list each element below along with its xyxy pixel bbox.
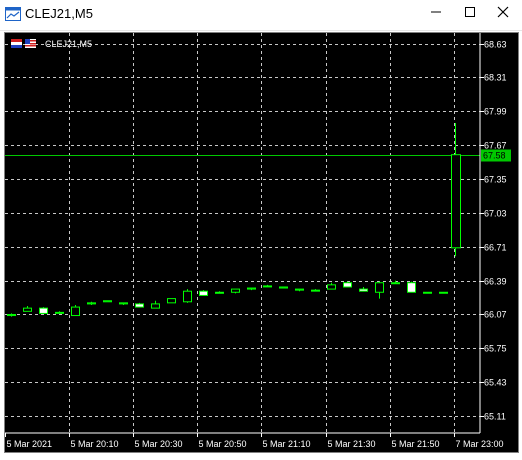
price-tick-label: 67.35 (484, 175, 507, 185)
window-titlebar: CLEJ21,M5 (0, 0, 522, 31)
candle-body (71, 306, 80, 317)
price-tick-label: 65.43 (484, 378, 507, 388)
candle (215, 291, 224, 294)
candle-body (7, 313, 16, 317)
candle-body (391, 282, 400, 285)
minimize-icon (431, 11, 441, 13)
chart-grid (5, 33, 480, 433)
candle (39, 307, 48, 314)
candle-body (215, 291, 224, 294)
flag-icon (11, 39, 22, 48)
candle-body (183, 290, 192, 303)
candle (391, 280, 400, 285)
candle-body (247, 287, 256, 290)
candle (343, 281, 352, 288)
time-tick-label: 5 Mar 2021 (7, 439, 53, 449)
time-tick-label: 5 Mar 20:10 (71, 439, 119, 449)
time-tick-label: 5 Mar 21:10 (263, 439, 311, 449)
candles-group (7, 122, 461, 317)
candle-body (39, 307, 48, 314)
candle (311, 289, 320, 292)
price-tick-label: 67.67 (484, 141, 507, 151)
candle (295, 288, 304, 292)
time-tick-label: 5 Mar 20:50 (199, 439, 247, 449)
price-tick-label: 67.03 (484, 209, 507, 219)
candle (183, 289, 192, 303)
time-tick-label: 5 Mar 20:30 (135, 439, 183, 449)
candle-body (451, 154, 461, 249)
candle (87, 301, 96, 305)
candle-body (55, 311, 64, 314)
price-tick-label: 65.11 (484, 412, 506, 422)
candle (247, 287, 256, 291)
candle-body (359, 288, 368, 292)
candle (407, 281, 416, 293)
candle-body (135, 303, 144, 308)
price-tick-label: 66.71 (484, 243, 507, 253)
candle-body (119, 302, 128, 305)
time-axis: 5 Mar 2021 5 Mar 20:10 5 Mar 20:30 5 Mar 20… (5, 432, 504, 449)
candle (263, 284, 272, 288)
price-tick-label: 66.07 (484, 310, 507, 320)
minimize-button[interactable] (430, 6, 448, 24)
candle (423, 291, 432, 294)
chart-area[interactable]: 68.63 68.31 67.99 67.67 67.35 67.03 66.71 66.39… (4, 32, 519, 453)
candle-body (327, 284, 336, 290)
candle-body (343, 282, 352, 288)
candle (327, 282, 336, 290)
candle (375, 281, 384, 299)
candle-body (439, 291, 448, 294)
flag-icon (25, 39, 36, 48)
candle (151, 300, 160, 309)
symbol-label: CLEJ21,M5 (45, 39, 92, 49)
candle-body (103, 300, 112, 303)
candle-body (407, 282, 416, 293)
candle-body (87, 302, 96, 305)
candle-body (279, 286, 288, 289)
maximize-button[interactable] (464, 6, 482, 24)
candle (359, 286, 368, 292)
candle-body (423, 291, 432, 294)
chart-window-icon (5, 7, 21, 21)
candle (167, 298, 176, 304)
candle (279, 286, 288, 289)
candle-body (23, 307, 32, 312)
candle (199, 290, 208, 296)
candle-body (375, 282, 384, 293)
candle (451, 122, 461, 257)
candle (23, 306, 32, 312)
candle (439, 291, 448, 294)
close-icon (497, 6, 509, 18)
candle (7, 313, 16, 317)
candle (71, 304, 80, 317)
candle-body (167, 298, 176, 304)
candle (119, 302, 128, 305)
price-tick-label: 68.31 (484, 73, 507, 83)
candle (135, 302, 144, 308)
price-tick-label: 67.99 (484, 107, 507, 117)
candle-body (151, 303, 160, 309)
close-button[interactable] (497, 6, 515, 24)
candle-body (231, 288, 240, 293)
candle-body (199, 290, 208, 296)
candle (103, 300, 112, 303)
candle (55, 311, 64, 314)
window-title: CLEJ21,M5 (25, 6, 93, 21)
current-price-label: 67.58 (483, 151, 506, 161)
time-tick-label: 5 Mar 21:50 (392, 439, 440, 449)
price-tick-label: 66.39 (484, 277, 507, 287)
candle-body (311, 289, 320, 292)
candle-body (263, 285, 272, 288)
time-tick-label: 5 Mar 21:30 (328, 439, 376, 449)
maximize-icon (465, 7, 475, 17)
price-axis: 68.63 68.31 67.99 67.67 67.35 67.03 66.71 66.39… (479, 33, 511, 433)
candlestick-chart[interactable]: 68.63 68.31 67.99 67.67 67.35 67.03 66.71 66.39… (5, 33, 518, 452)
time-tick-label: 7 Mar 23:00 (456, 439, 504, 449)
candle-body (295, 288, 304, 291)
candle (231, 288, 240, 294)
price-tick-label: 68.63 (484, 40, 507, 50)
price-tick-label: 65.75 (484, 344, 507, 354)
